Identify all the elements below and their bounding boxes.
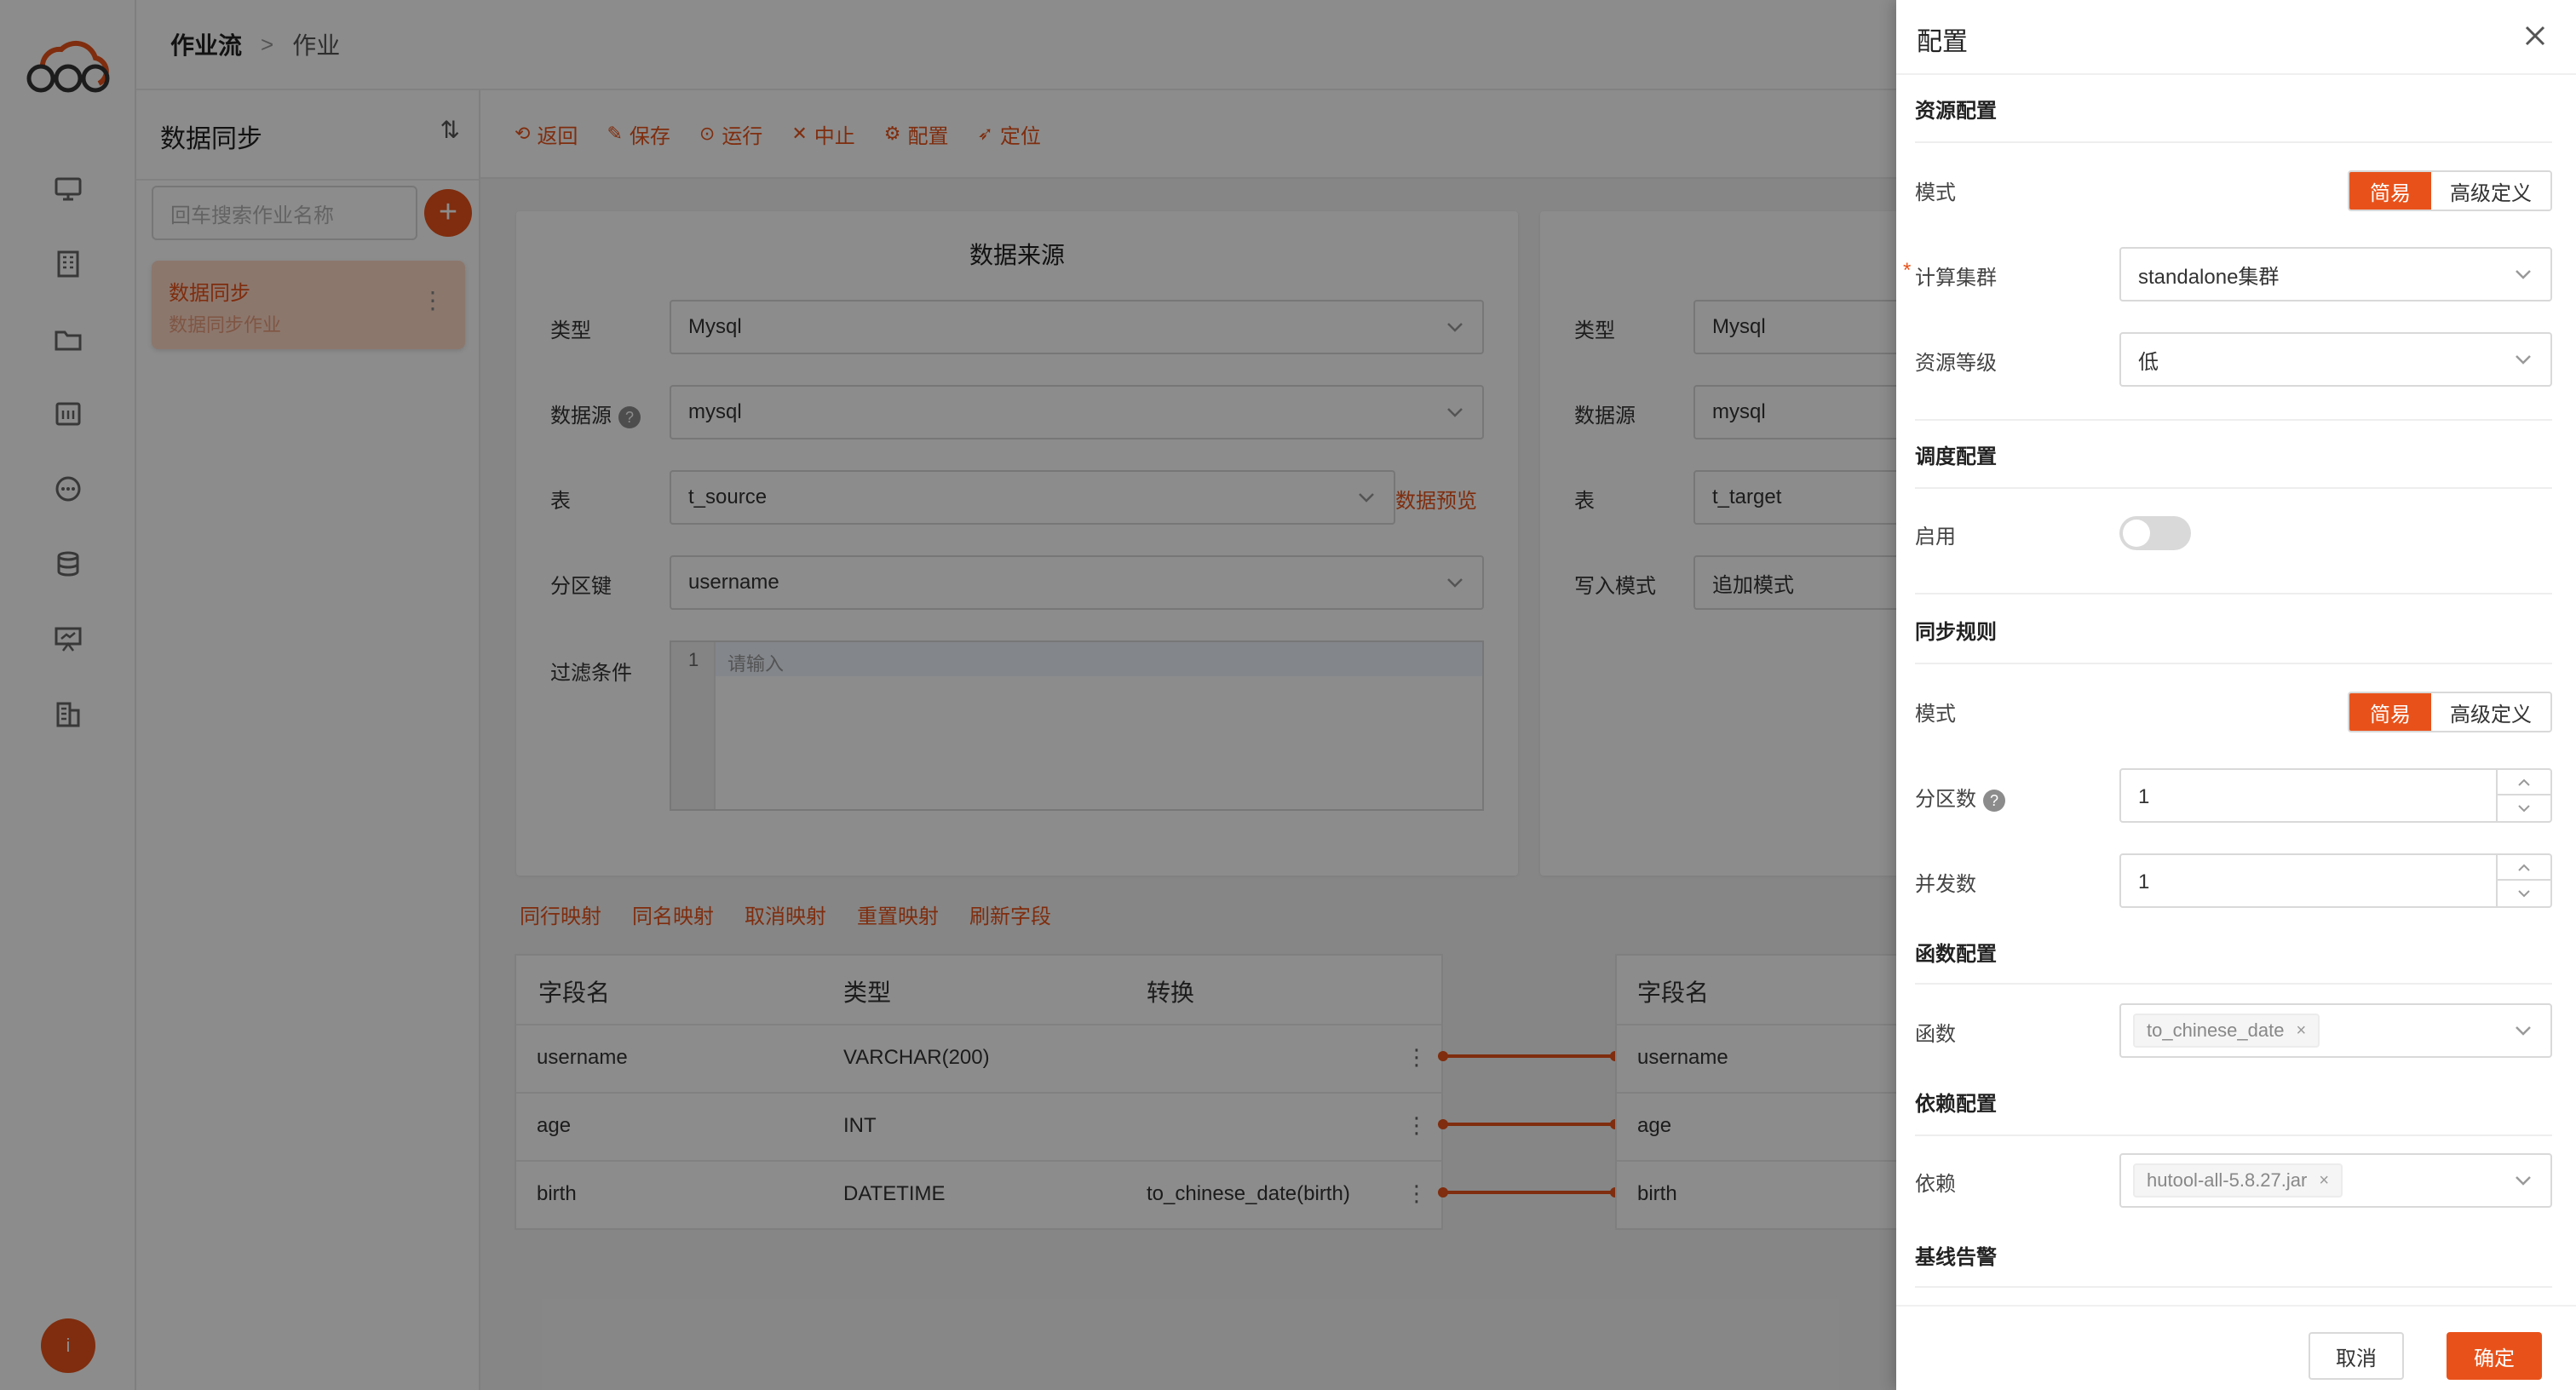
chevron-up-icon	[2518, 864, 2530, 871]
chevron-down-icon[interactable]	[2516, 801, 2532, 816]
concurrency-stepper[interactable]: 1	[2119, 853, 2552, 908]
schedule-enable-toggle[interactable]	[2119, 516, 2191, 550]
concurrency-label: 并发数	[1915, 873, 1976, 896]
function-label: 函数	[1915, 1023, 1956, 1046]
dependency-label: 依赖	[1915, 1173, 1956, 1196]
partitions-label: 分区数?	[1915, 782, 2005, 812]
drawer-footer: 取消 确定	[1896, 1305, 2576, 1390]
chevron-up-icon	[2518, 778, 2530, 786]
section-title-resource: 资源配置	[1915, 100, 1997, 123]
concurrency-value: 1	[2138, 870, 2150, 893]
section-divider	[1915, 1286, 2552, 1288]
confirm-button[interactable]: 确定	[2447, 1332, 2542, 1380]
section-divider	[1915, 419, 2552, 421]
section-divider	[1915, 141, 2552, 143]
partitions-stepper[interactable]: 1	[2119, 768, 2552, 823]
function-tag-text: to_chinese_date	[2147, 1020, 2285, 1041]
section-title-alarm: 基线告警	[1915, 1246, 1997, 1269]
function-multiselect[interactable]: to_chinese_date ×	[2119, 1003, 2552, 1058]
cluster-value: standalone集群	[2138, 265, 2280, 289]
section-title-sync: 同步规则	[1915, 621, 1997, 644]
increment-button[interactable]	[2498, 770, 2550, 796]
schedule-enable-label: 启用	[1915, 526, 1956, 549]
cluster-label: * 计算集群	[1903, 259, 1997, 290]
chevron-down-icon[interactable]	[2516, 886, 2532, 901]
chevron-down-icon	[2516, 355, 2531, 365]
section-divider	[1915, 1134, 2552, 1136]
stepper-buttons	[2496, 770, 2550, 821]
dependency-tag: hutool-all-5.8.27.jar ×	[2133, 1163, 2343, 1198]
cluster-select[interactable]: standalone集群	[2119, 247, 2552, 302]
drawer-body: 资源配置 模式 简易 高级定义 * 计算集群 standalone集群 资源等级 …	[1903, 75, 2552, 1305]
resource-level-label: 资源等级	[1915, 352, 1997, 375]
required-mark: *	[1903, 259, 1912, 282]
dependency-multiselect[interactable]: hutool-all-5.8.27.jar ×	[2119, 1153, 2552, 1208]
section-divider	[1915, 663, 2552, 664]
config-drawer: 配置 资源配置 模式 简易 高级定义 * 计算集群 standalone集群 资源…	[1896, 0, 2576, 1390]
section-divider	[1915, 983, 2552, 985]
stepper-buttons	[2496, 855, 2550, 906]
sync-mode-switch[interactable]: 简易 高级定义	[2348, 692, 2552, 732]
drawer-header: 配置	[1896, 0, 2576, 75]
section-title-dependency: 依赖配置	[1915, 1093, 1997, 1116]
mode-simple-option[interactable]: 简易	[2349, 172, 2431, 210]
section-title-function: 函数配置	[1915, 943, 1997, 966]
chevron-down-icon	[2516, 270, 2531, 279]
cancel-button[interactable]: 取消	[2309, 1332, 2404, 1380]
tag-remove-icon[interactable]: ×	[2296, 1021, 2306, 1041]
chevron-down-icon	[2516, 1026, 2531, 1036]
tag-remove-icon[interactable]: ×	[2319, 1171, 2329, 1191]
mode-simple-option[interactable]: 简易	[2349, 693, 2431, 731]
resource-level-select[interactable]: 低	[2119, 332, 2552, 387]
mode-advanced-option[interactable]: 高级定义	[2431, 693, 2550, 731]
partitions-value: 1	[2138, 785, 2150, 808]
toggle-knob	[2123, 520, 2150, 547]
cluster-label-text: 计算集群	[1915, 267, 1997, 290]
mode-advanced-option[interactable]: 高级定义	[2431, 172, 2550, 210]
increment-button[interactable]	[2498, 855, 2550, 881]
partitions-label-text: 分区数	[1915, 788, 1976, 811]
resource-mode-switch[interactable]: 简易 高级定义	[2348, 170, 2552, 211]
sync-mode-label: 模式	[1915, 703, 1956, 726]
section-divider	[1915, 593, 2552, 594]
section-title-schedule: 调度配置	[1915, 445, 1997, 468]
function-tag: to_chinese_date ×	[2133, 1014, 2320, 1048]
chevron-down-icon	[2516, 1176, 2531, 1186]
drawer-title: 配置	[1917, 28, 1968, 56]
resource-mode-label: 模式	[1915, 181, 1956, 204]
help-icon[interactable]: ?	[1983, 789, 2005, 812]
dependency-tag-text: hutool-all-5.8.27.jar	[2147, 1169, 2308, 1191]
close-icon[interactable]	[2518, 19, 2552, 53]
section-divider	[1915, 487, 2552, 489]
resource-level-value: 低	[2138, 350, 2159, 374]
